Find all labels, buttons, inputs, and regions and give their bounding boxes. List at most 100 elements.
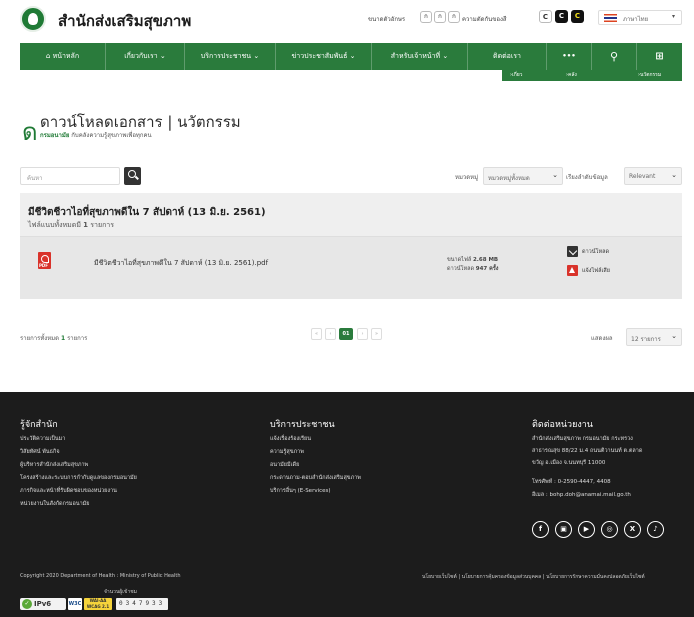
document-panel: มีชีวิตชีวาไอที่สุขภาพดีใน 7 สัปดาห์ (13… (20, 193, 682, 299)
search-input[interactable]: ค้นหา (20, 167, 120, 185)
breadcrumb-item-current: › นวัตกรรม (638, 72, 662, 78)
nav-staff[interactable]: สำหรับเจ้าหน้าที่ ⌄ (372, 43, 468, 70)
sort-label: เรียงลำดับข้อมูล (566, 174, 608, 181)
footer: รู้จักสำนัก ประวัติความเป็นมา วิสัยทัศน์… (0, 392, 694, 617)
nav-sitemap-button[interactable]: ⊞ (637, 43, 682, 70)
font-large-button[interactable]: ก (448, 11, 460, 23)
contrast-dark-button[interactable]: C (555, 10, 568, 23)
w3c-badge[interactable]: W3C (68, 598, 82, 610)
footer-link[interactable]: วิสัยทัศน์ พันธกิจ (20, 448, 60, 456)
chevron-down-icon: ⌄ (159, 52, 166, 60)
footer-contact-heading: ติดต่อหน่วยงาน (532, 420, 593, 430)
top-bar: สำนักส่งเสริมสุขภาพ ขนาดตัวอักษร ก ก ก ค… (0, 0, 694, 38)
last-page-button[interactable]: » (371, 328, 382, 340)
sort-select[interactable]: Relevant ⌄ (624, 167, 682, 185)
wcag-badge[interactable]: WAI-AA WCAG 2.1 (84, 598, 112, 610)
instagram-icon[interactable]: ◎ (601, 521, 618, 538)
category-label: หมวดหมู่ (455, 174, 479, 181)
language-select[interactable]: ภาษาไทย ▾ (598, 10, 682, 25)
per-page-label: แสดงผล (591, 335, 613, 342)
per-page-select[interactable]: 12 รายการ ⌄ (626, 328, 682, 346)
sitemap-icon: ⊞ (655, 51, 664, 62)
language-value: ภาษาไทย (623, 16, 649, 23)
nav-news-label: ข่าวประชาสัมพันธ์ (291, 52, 348, 60)
font-small-button[interactable]: ก (420, 11, 432, 23)
youtube-icon[interactable]: ▶ (578, 521, 595, 538)
document-title: มีชีวิตชีวาไอที่สุขภาพดีใน 7 สัปดาห์ (13… (28, 207, 266, 218)
breadcrumb-item[interactable]: › คลังข้อมูลวิชาการ (566, 70, 586, 100)
attachment-count: ไฟล์แนบทั้งหมดมี 1 รายการ (28, 221, 115, 229)
chevron-down-icon: ⌄ (671, 171, 677, 179)
contact-address: ขวัญ อ.เมือง จ.นนทบุรี 11000 (532, 460, 606, 466)
download-count: ดาวน์โหลด 947 ครั้ง (447, 266, 499, 272)
line-icon[interactable]: ▣ (555, 521, 572, 538)
file-row: PDF มีชีวิตชีวาไอที่สุขภาพดีใน 7 สัปดาห์… (20, 236, 682, 299)
nav-home-label: หน้าหลัก (52, 52, 80, 60)
org-name[interactable]: สำนักส่งเสริมสุขภาพ (58, 9, 191, 33)
contrast-yellow-button[interactable]: C (571, 10, 584, 23)
prev-page-button[interactable]: ‹ (325, 328, 336, 340)
tiktok-icon[interactable]: ♪ (647, 521, 664, 538)
first-page-button[interactable]: « (311, 328, 322, 340)
chevron-down-icon: ⌄ (671, 332, 677, 340)
contact-phone: โทรศัพท์ : 0-2590-4447, 4408 (532, 479, 611, 485)
footer-link[interactable]: ประวัติความเป็นมา (20, 435, 65, 443)
chevron-down-icon: ⌄ (442, 52, 449, 60)
breadcrumb-item[interactable]: › เกี่ยวกับเรา (510, 70, 522, 100)
title-decoration: ด (22, 118, 38, 146)
total-items: รายการทั้งหมด 1 รายการ (20, 335, 88, 342)
facebook-icon[interactable]: f (532, 521, 549, 538)
download-button[interactable]: ดาวน์โหลด (567, 246, 609, 258)
policy-links[interactable]: นโยบายเว็บไซต์ | นโยบายการคุ้มครองข้อมูล… (422, 573, 645, 581)
nav-contact[interactable]: ติดต่อเรา (468, 43, 547, 70)
footer-link[interactable]: โครงสร้างและระบบการกำกับดูแลของกรมอนามัย (20, 474, 137, 482)
next-page-button[interactable]: › (357, 328, 368, 340)
file-size: ขนาดไฟล์ 2.68 MB (447, 257, 499, 263)
contact-address: สำนักส่งเสริมสุขภาพ กรมอนามัย กระทรวง (532, 436, 633, 442)
nav-home[interactable]: ⌂ หน้าหลัก (20, 43, 106, 70)
contact-address: สาธารณสุข 88/22 ม.4 ถนนติวานนท์ ต.ตลาด (532, 448, 643, 454)
contrast-normal-button[interactable]: C (539, 10, 552, 23)
copyright: Copyright 2020 Department of Health : Mi… (20, 573, 181, 579)
footer-link[interactable]: ผู้บริหารสำนักส่งเสริมสุขภาพ (20, 461, 88, 469)
main-nav: ⌂ หน้าหลัก เกี่ยวกับเรา ⌄ บริการประชาชน … (20, 43, 682, 70)
font-size-label: ขนาดตัวอักษร (368, 16, 406, 23)
nav-about[interactable]: เกี่ยวกับเรา ⌄ (106, 43, 185, 70)
nav-services[interactable]: บริการประชาชน ⌄ (185, 43, 276, 70)
nav-search-button[interactable]: ⚲ (592, 43, 637, 70)
report-broken-file-button[interactable]: แจ้งไฟล์เสีย (567, 265, 610, 277)
contrast-label: ความตัดกันของสี (462, 16, 507, 23)
category-select[interactable]: หมวดหมู่ทั้งหมด ⌄ (483, 167, 563, 185)
chevron-down-icon: ⌄ (552, 171, 558, 179)
download-icon (567, 246, 578, 257)
nav-more-button[interactable]: ••• (547, 43, 592, 70)
page-1-button[interactable]: 01 (339, 328, 353, 340)
footer-link[interactable]: ภารกิจและหน้าที่รับผิดชอบของหน่วยงาน (20, 487, 117, 495)
nav-staff-label: สำหรับเจ้าหน้าที่ (390, 52, 441, 60)
footer-link[interactable]: อนามัยมีเดีย (270, 461, 299, 469)
footer-link[interactable]: หน่วยงานในสังกัดกรมอนามัย (20, 500, 90, 508)
visit-counter: 0347933 (116, 598, 169, 610)
nav-contact-label: ติดต่อเรา (493, 52, 521, 60)
search-button[interactable] (124, 167, 141, 185)
font-medium-button[interactable]: ก (434, 11, 446, 23)
ipv6-badge[interactable]: IPv6 (20, 598, 66, 610)
logo[interactable] (20, 6, 46, 32)
file-name[interactable]: มีชีวิตชีวาไอที่สุขภาพดีใน 7 สัปดาห์ (13… (94, 258, 268, 269)
footer-link[interactable]: แจ้งเรื่องร้องเรียน (270, 435, 311, 443)
nav-about-label: เกี่ยวกับเรา (124, 52, 158, 60)
caret-down-icon: ▾ (671, 13, 675, 20)
contact-email: อีเมล : bohp.doh@anamai.mail.go.th (532, 492, 631, 498)
chevron-down-icon: ⌄ (253, 52, 260, 60)
home-icon: ⌂ (45, 52, 51, 60)
x-twitter-icon[interactable]: X (624, 521, 641, 538)
nav-services-label: บริการประชาชน (200, 52, 252, 60)
breadcrumb: › เกี่ยวกับเรา › คลังข้อมูลวิชาการ › นวั… (502, 70, 682, 100)
footer-services-heading: บริการประชาชน (270, 420, 335, 430)
footer-link[interactable]: ความรู้สุขภาพ (270, 448, 304, 456)
footer-link[interactable]: กระดานถาม-ตอบสำนักส่งเสริมสุขภาพ (270, 474, 361, 482)
footer-link[interactable]: บริการอื่นๆ (E-Services) (270, 487, 331, 495)
nav-news[interactable]: ข่าวประชาสัมพันธ์ ⌄ (276, 43, 372, 70)
page-subtitle: กรมอนามัย กับคลังความรู้สุขภาพเพื่อทุกคน (40, 132, 152, 139)
visits-label: จำนวนผู้เข้าชม (104, 589, 137, 595)
